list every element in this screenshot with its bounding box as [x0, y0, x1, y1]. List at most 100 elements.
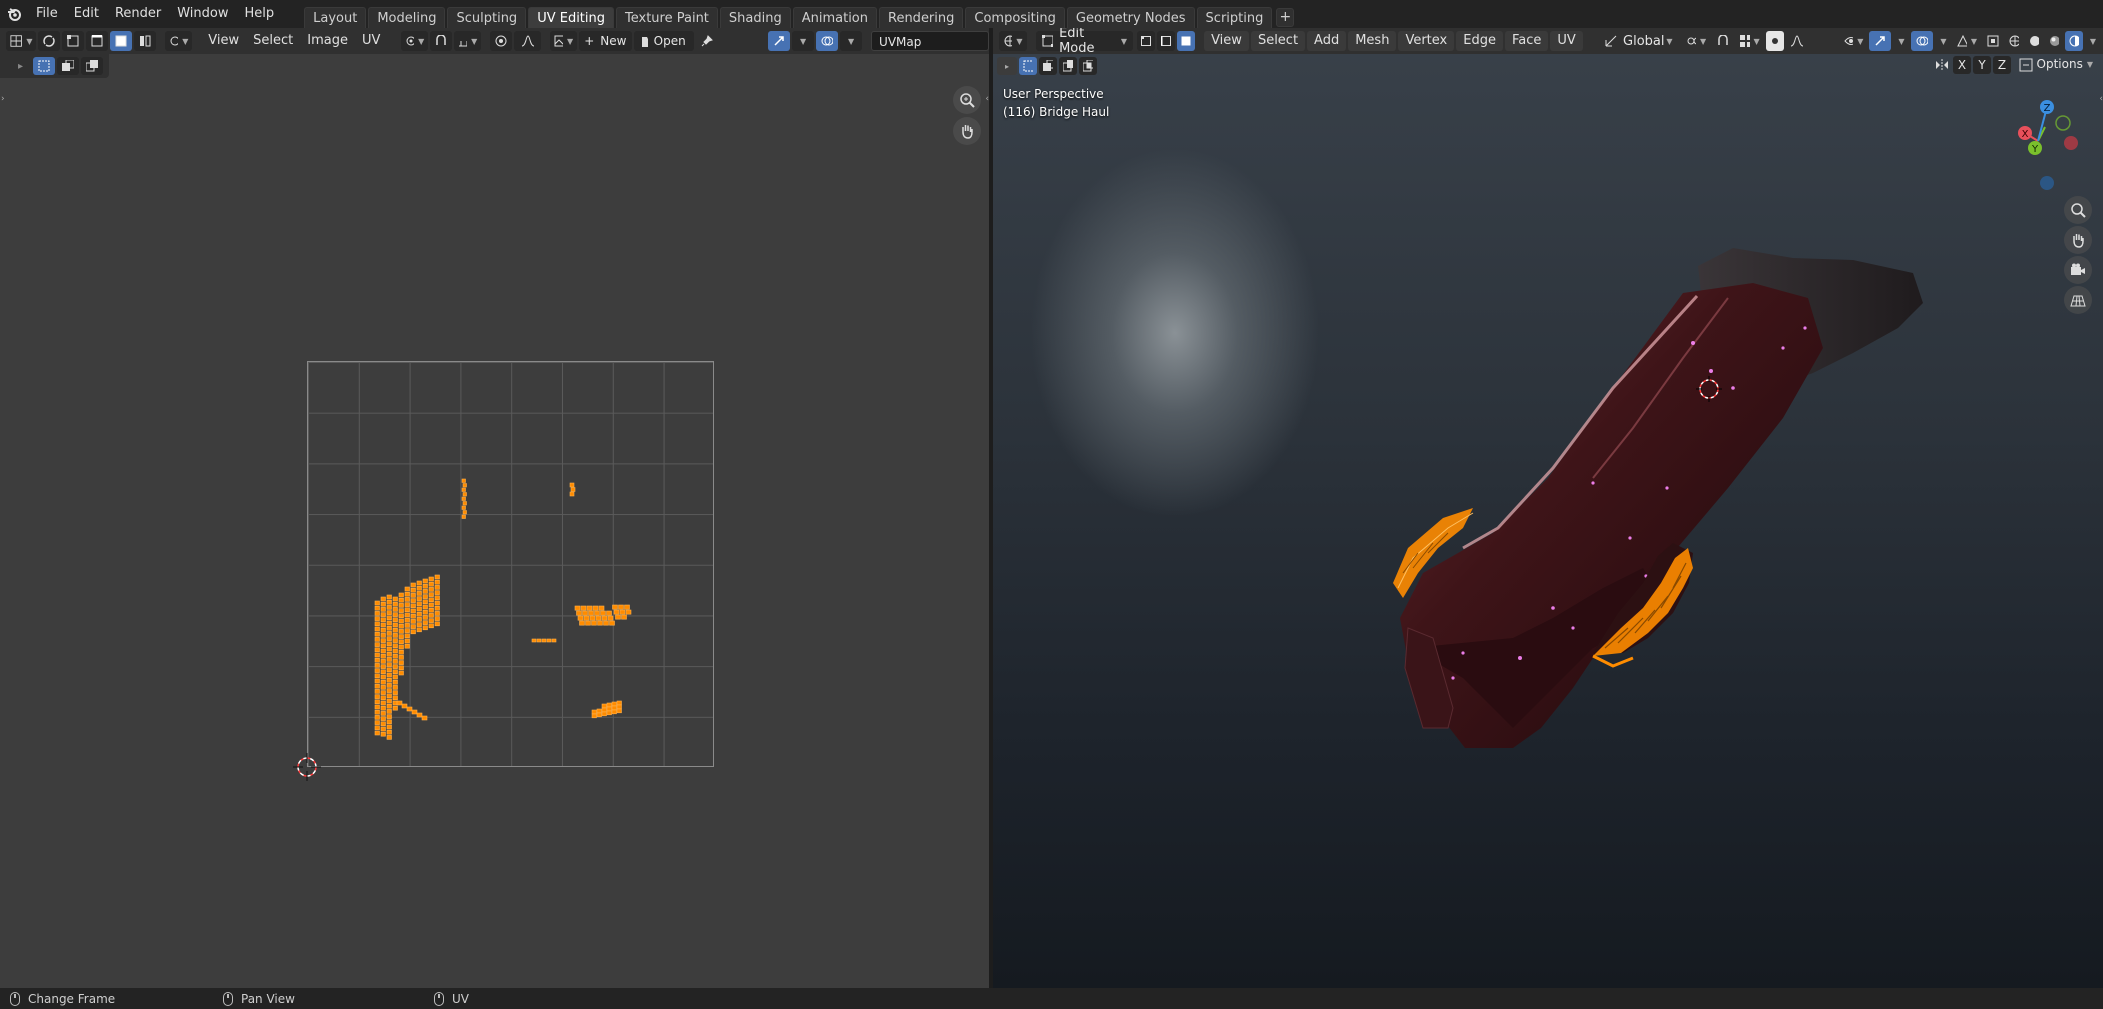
menu-file[interactable]: File: [28, 0, 66, 28]
uv-face-mid-island[interactable]: [589, 615, 596, 621]
overlays-dropdown-icon[interactable]: ▼: [840, 31, 863, 51]
uv-islands[interactable]: [307, 361, 714, 767]
uv-face-left-island[interactable]: [422, 609, 428, 615]
uv-face-mid-island[interactable]: [583, 615, 590, 621]
uv-menu-uv[interactable]: UV: [355, 31, 387, 51]
uv-face-thin-island[interactable]: [461, 478, 466, 483]
uv-face-left-island[interactable]: [380, 711, 386, 716]
uv-face-left-island[interactable]: [380, 731, 386, 737]
uv-face-small-island[interactable]: [570, 487, 576, 492]
uv-face-left-island[interactable]: [434, 600, 440, 606]
uv-face-left-island[interactable]: [392, 596, 398, 602]
uv-menu-select[interactable]: Select: [246, 31, 300, 51]
uv-face-mid-island[interactable]: [591, 620, 597, 626]
uv-face-left-tail[interactable]: [421, 715, 428, 721]
uv-face-mid-island[interactable]: [598, 605, 605, 611]
uv-face-left-island[interactable]: [380, 695, 386, 701]
uv-face-mid-island[interactable]: [619, 609, 626, 615]
uv-face-left-island[interactable]: [410, 619, 416, 624]
uv-face-left-tail[interactable]: [396, 700, 403, 706]
uv-face-left-island[interactable]: [380, 643, 386, 649]
uv-face-left-island[interactable]: [434, 579, 440, 585]
uv-face-left-island[interactable]: [380, 721, 386, 727]
menu-help[interactable]: Help: [237, 0, 283, 28]
uv-face-mid-island[interactable]: [600, 610, 606, 616]
uv-face-left-island[interactable]: [404, 607, 410, 613]
uv-face-left-island[interactable]: [374, 631, 380, 637]
uv-face-left-island[interactable]: [380, 700, 386, 706]
uv-face-small-island[interactable]: [569, 491, 575, 497]
uv-face-left-island[interactable]: [398, 660, 404, 665]
uv-face-left-island[interactable]: [380, 612, 386, 617]
uv-face-left-island[interactable]: [398, 613, 404, 619]
uv-select-mode-icon[interactable]: ▼: [792, 31, 815, 51]
uv-face-mid-island[interactable]: [603, 620, 609, 626]
uv-face-left-island[interactable]: [374, 668, 380, 673]
uv-face-bottom-island[interactable]: [596, 712, 602, 718]
uv-face-left-island[interactable]: [404, 586, 410, 592]
uv-face-left-island[interactable]: [386, 620, 392, 626]
uv-menu-image[interactable]: Image: [300, 31, 355, 51]
uv-face-left-island[interactable]: [410, 624, 416, 629]
tab-shading[interactable]: Shading: [719, 7, 791, 28]
uv-face-left-island[interactable]: [398, 644, 404, 650]
uv-face-thin-island[interactable]: [462, 510, 467, 515]
uv-face-left-island[interactable]: [374, 663, 380, 668]
uv-face-left-island[interactable]: [404, 623, 410, 628]
uv-face-bottom-island[interactable]: [606, 706, 612, 712]
uv-face-thin-island[interactable]: [461, 496, 466, 501]
uv-face-left-island[interactable]: [374, 725, 380, 731]
uv-face-left-island[interactable]: [386, 599, 392, 605]
uv-face-left-island[interactable]: [410, 598, 416, 603]
uv-face-mid-island[interactable]: [586, 605, 593, 611]
proportional-editing-icon[interactable]: [490, 31, 513, 51]
uv-face-left-island[interactable]: [422, 625, 428, 631]
uv-face-left-island[interactable]: [416, 591, 422, 596]
uv-face-mid-island[interactable]: [612, 604, 618, 610]
uv-face-left-island[interactable]: [380, 685, 386, 690]
uv-face-left-island[interactable]: [422, 594, 428, 599]
tool-toggle-icon[interactable]: ▸: [18, 61, 23, 72]
uv-face-mid-island[interactable]: [577, 615, 584, 621]
uv-face-left-island[interactable]: [392, 607, 398, 612]
uv-face-left-island[interactable]: [398, 670, 404, 676]
uv-face-left-island[interactable]: [392, 669, 398, 675]
uv-face-left-island[interactable]: [380, 622, 386, 628]
uv-face-left-island[interactable]: [392, 643, 398, 649]
uvmap-field[interactable]: UVMap: [871, 31, 989, 51]
uv-face-thin-island[interactable]: [461, 505, 466, 510]
uv-face-left-island[interactable]: [398, 603, 404, 608]
uv-face-bottom-island[interactable]: [616, 700, 622, 706]
uv-sync-display-icon[interactable]: [768, 31, 791, 51]
uv-face-left-island[interactable]: [386, 657, 392, 662]
uv-face-left-island[interactable]: [380, 679, 386, 685]
uv-face-left-island[interactable]: [434, 621, 440, 627]
uv-face-left-island[interactable]: [380, 617, 386, 623]
uv-face-left-island[interactable]: [386, 714, 392, 719]
uv-face-left-island[interactable]: [386, 662, 392, 667]
uv-face-left-island[interactable]: [392, 664, 398, 669]
uv-face-left-island[interactable]: [428, 623, 434, 629]
uv-face-bottom-island[interactable]: [591, 709, 597, 715]
sidebar-expand-left-icon[interactable]: ›: [1, 94, 5, 104]
vertex-select-icon[interactable]: [62, 31, 85, 51]
uv-face-left-island[interactable]: [380, 627, 386, 633]
sync-selection-icon[interactable]: [38, 31, 61, 51]
tab-scripting[interactable]: Scripting: [1196, 7, 1273, 28]
uv-face-left-island[interactable]: [380, 607, 386, 612]
uv-face-left-island[interactable]: [386, 646, 392, 652]
uv-face-bottom-island[interactable]: [611, 709, 617, 715]
uv-face-left-island[interactable]: [374, 652, 380, 658]
uv-face-mid-island[interactable]: [592, 605, 599, 611]
uv-face-bottom-island[interactable]: [601, 711, 607, 717]
uv-face-left-island[interactable]: [386, 709, 392, 714]
select-box-icon[interactable]: [33, 57, 56, 75]
tab-rendering[interactable]: Rendering: [879, 7, 964, 28]
select-extend-icon[interactable]: [57, 57, 80, 75]
blender-logo-icon[interactable]: [0, 0, 28, 28]
uv-face-left-island[interactable]: [386, 636, 392, 641]
uv-face-left-island[interactable]: [374, 616, 380, 621]
menu-edit[interactable]: Edit: [66, 0, 107, 28]
uv-face-left-island[interactable]: [398, 608, 404, 613]
uv-face-left-island[interactable]: [434, 595, 440, 601]
